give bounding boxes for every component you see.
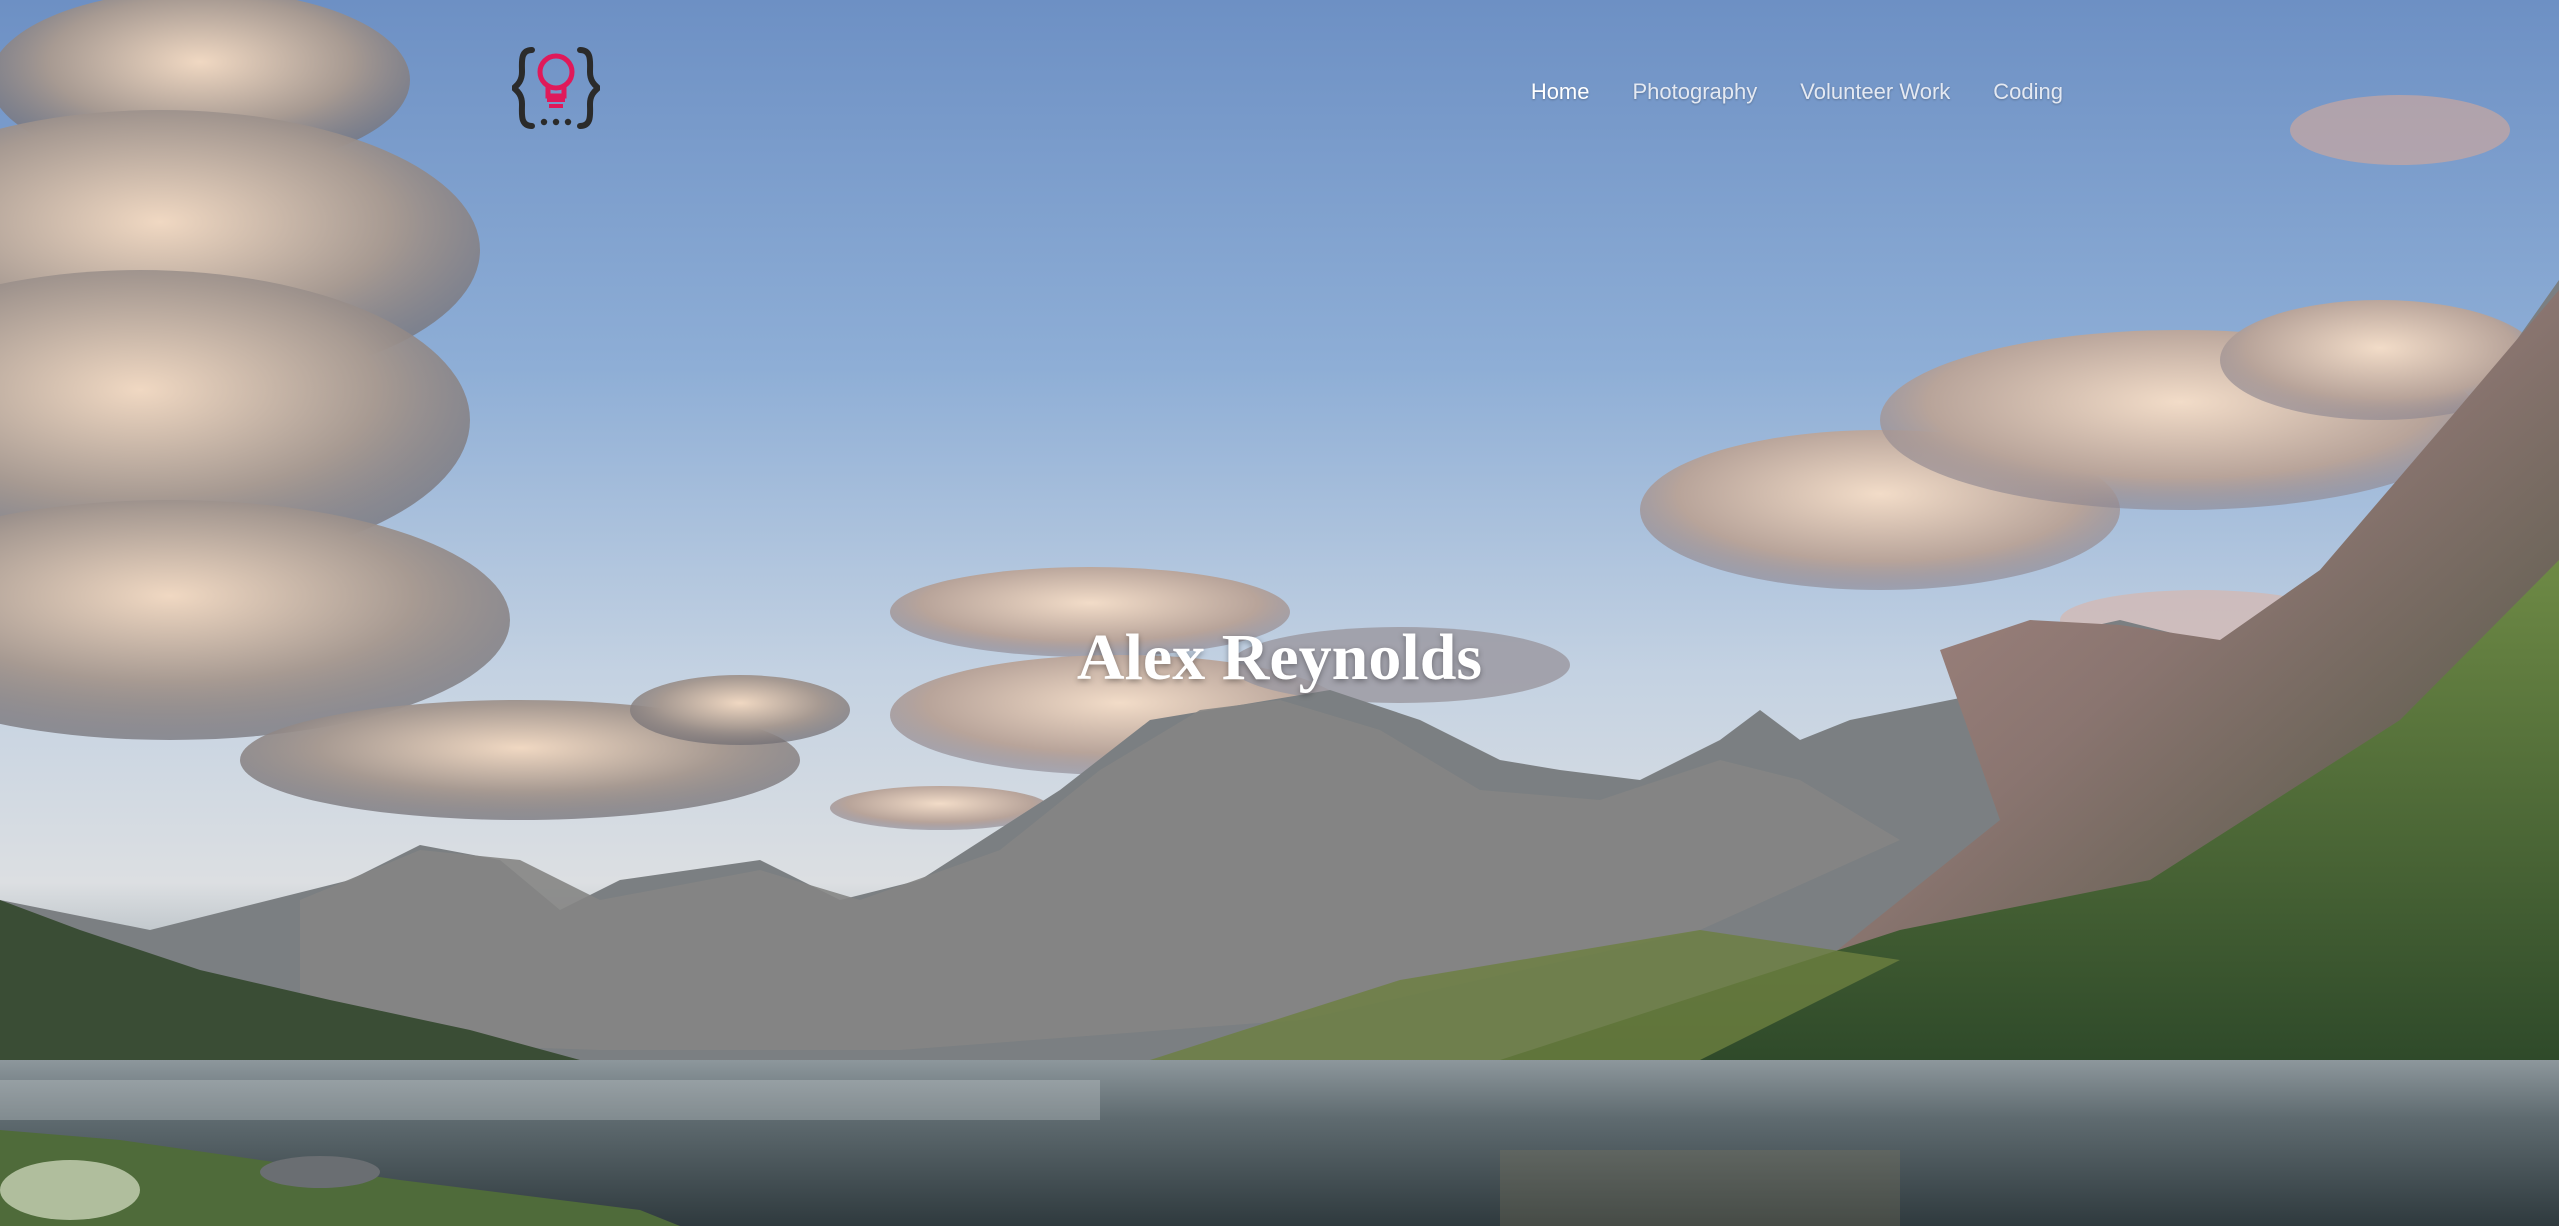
nav-volunteer-work-link[interactable]: Volunteer Work bbox=[1800, 78, 1950, 106]
main-nav: Home Photography Volunteer Work Coding bbox=[1531, 78, 2063, 106]
hero-background-landscape bbox=[0, 0, 2559, 1226]
hero-title: Alex Reynolds bbox=[1076, 621, 1483, 694]
lightbulb-braces-icon bbox=[509, 47, 603, 129]
nav-coding-link[interactable]: Coding bbox=[1993, 78, 2063, 106]
site-header: Home Photography Volunteer Work Coding bbox=[0, 0, 2559, 180]
nav-photography-link[interactable]: Photography bbox=[1633, 78, 1758, 106]
hero-section: Home Photography Volunteer Work Coding A… bbox=[0, 0, 2559, 1226]
nav-home-link[interactable]: Home bbox=[1531, 78, 1590, 106]
site-logo[interactable] bbox=[509, 44, 603, 140]
